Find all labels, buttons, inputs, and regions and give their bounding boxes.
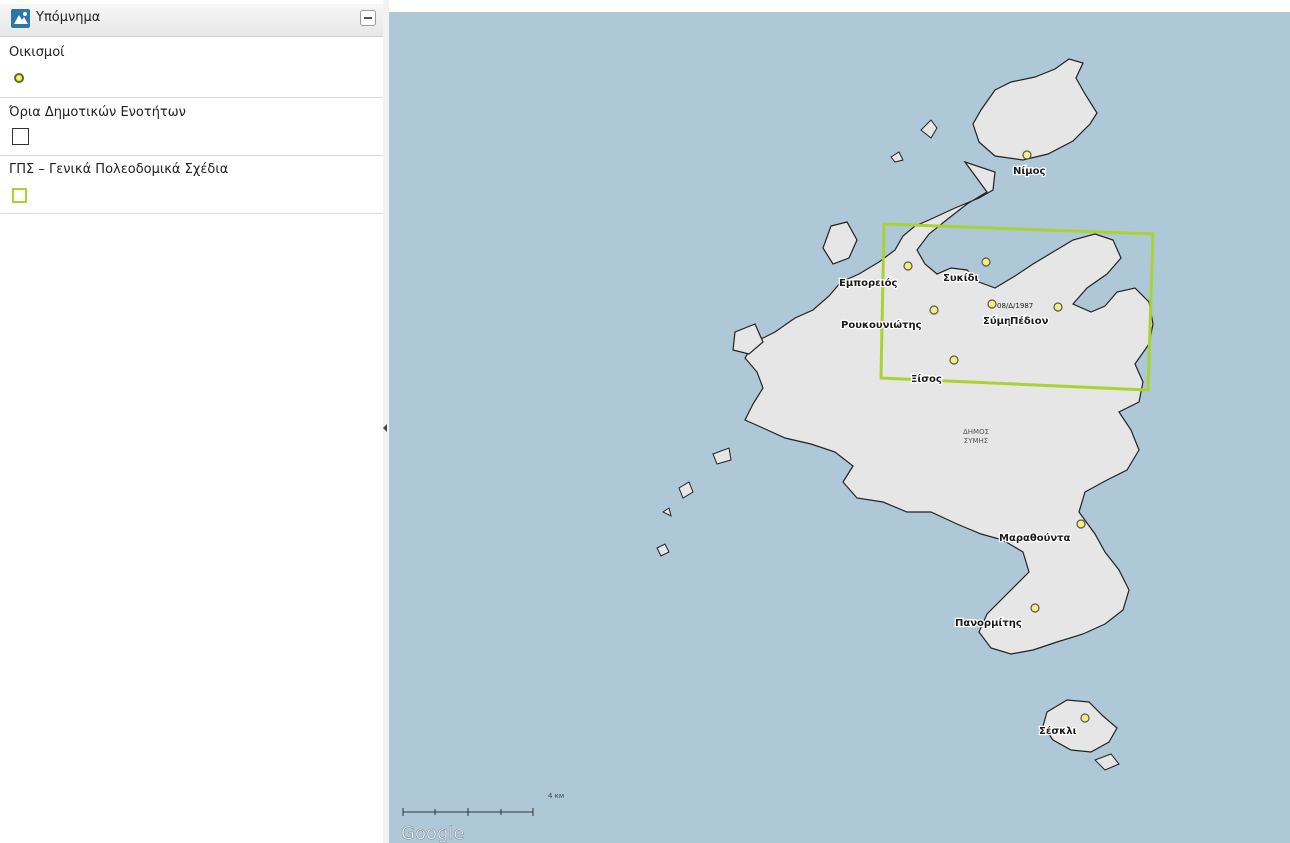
label-seskli: Σέσκλι (1039, 725, 1077, 737)
app: Υπόμνημα Οικισμοί Όρια Δημοτικών Ενοτήτω… (0, 0, 1290, 843)
map-canvas: Νίμος Εμπορειός Συκίδι Σύμη Πέδιον Ρουκο… (383, 12, 1290, 843)
legend-logo-icon (11, 9, 30, 28)
collapse-arrow-icon[interactable] (383, 424, 387, 432)
label-roukouniotis: Ρουκουνιώτης (841, 319, 922, 331)
legend-item-label: Όρια Δημοτικών Ενοτήτων (9, 105, 186, 120)
panel-splitter[interactable] (383, 0, 389, 843)
label-sykidi: Συκίδι (943, 272, 978, 284)
marker-sykidi[interactable] (981, 257, 991, 267)
legend-item-label: Οικισμοί (9, 45, 65, 60)
google-attribution[interactable]: Google (401, 823, 465, 843)
settlement-symbol-icon (14, 73, 24, 83)
marker-xisos[interactable] (949, 355, 959, 365)
label-nimos: Νίμος (1013, 165, 1045, 177)
legend-title: Υπόμνημα (36, 10, 101, 25)
map-view[interactable]: Νίμος Εμπορειός Συκίδι Σύμη Πέδιον Ρουκο… (383, 12, 1290, 843)
boundary-symbol-icon (12, 128, 29, 145)
marker-marathounta[interactable] (1076, 519, 1086, 529)
label-emporeios: Εμπορειός (839, 277, 897, 289)
scale-label: 4 км (548, 792, 564, 800)
municipality-label-line1: ΔΗΜΟΣ (963, 428, 989, 436)
marker-symi[interactable] (987, 299, 997, 309)
label-pedion: Πέδιον (1010, 315, 1049, 327)
legend-item-settlements[interactable]: Οικισμοί (0, 37, 383, 98)
legend-panel: Υπόμνημα Οικισμοί Όρια Δημοτικών Ενοτήτω… (0, 0, 383, 843)
marker-panormitis[interactable] (1030, 603, 1040, 613)
marker-roukouniotis[interactable] (929, 305, 939, 315)
label-panormitis: Πανορμίτης (955, 617, 1022, 629)
collapse-button[interactable] (360, 10, 376, 26)
legend-item-boundaries[interactable]: Όρια Δημοτικών Ενοτήτων (0, 98, 383, 156)
legend-item-plans[interactable]: ΓΠΣ – Γενικά Πολεοδομικά Σχέδια (0, 156, 383, 214)
minus-icon (364, 17, 372, 19)
marker-seskli[interactable] (1080, 713, 1090, 723)
municipality-label-line2: ΣΥΜΗΣ (964, 437, 988, 445)
marker-pedion[interactable] (1053, 302, 1063, 312)
label-symi: Σύμη (983, 315, 1011, 327)
marker-nimos[interactable] (1022, 150, 1032, 160)
label-marathounta: Μαραθούντα (999, 532, 1071, 544)
legend-item-label: ΓΠΣ – Γενικά Πολεοδομικά Σχέδια (9, 162, 229, 177)
marker-emporeios[interactable] (903, 261, 913, 271)
label-date: 08/Δ/1987 (997, 302, 1033, 310)
legend-header: Υπόμνημα (0, 4, 383, 37)
label-xisos: Ξίσος (911, 373, 942, 385)
plan-symbol-icon (12, 188, 27, 203)
